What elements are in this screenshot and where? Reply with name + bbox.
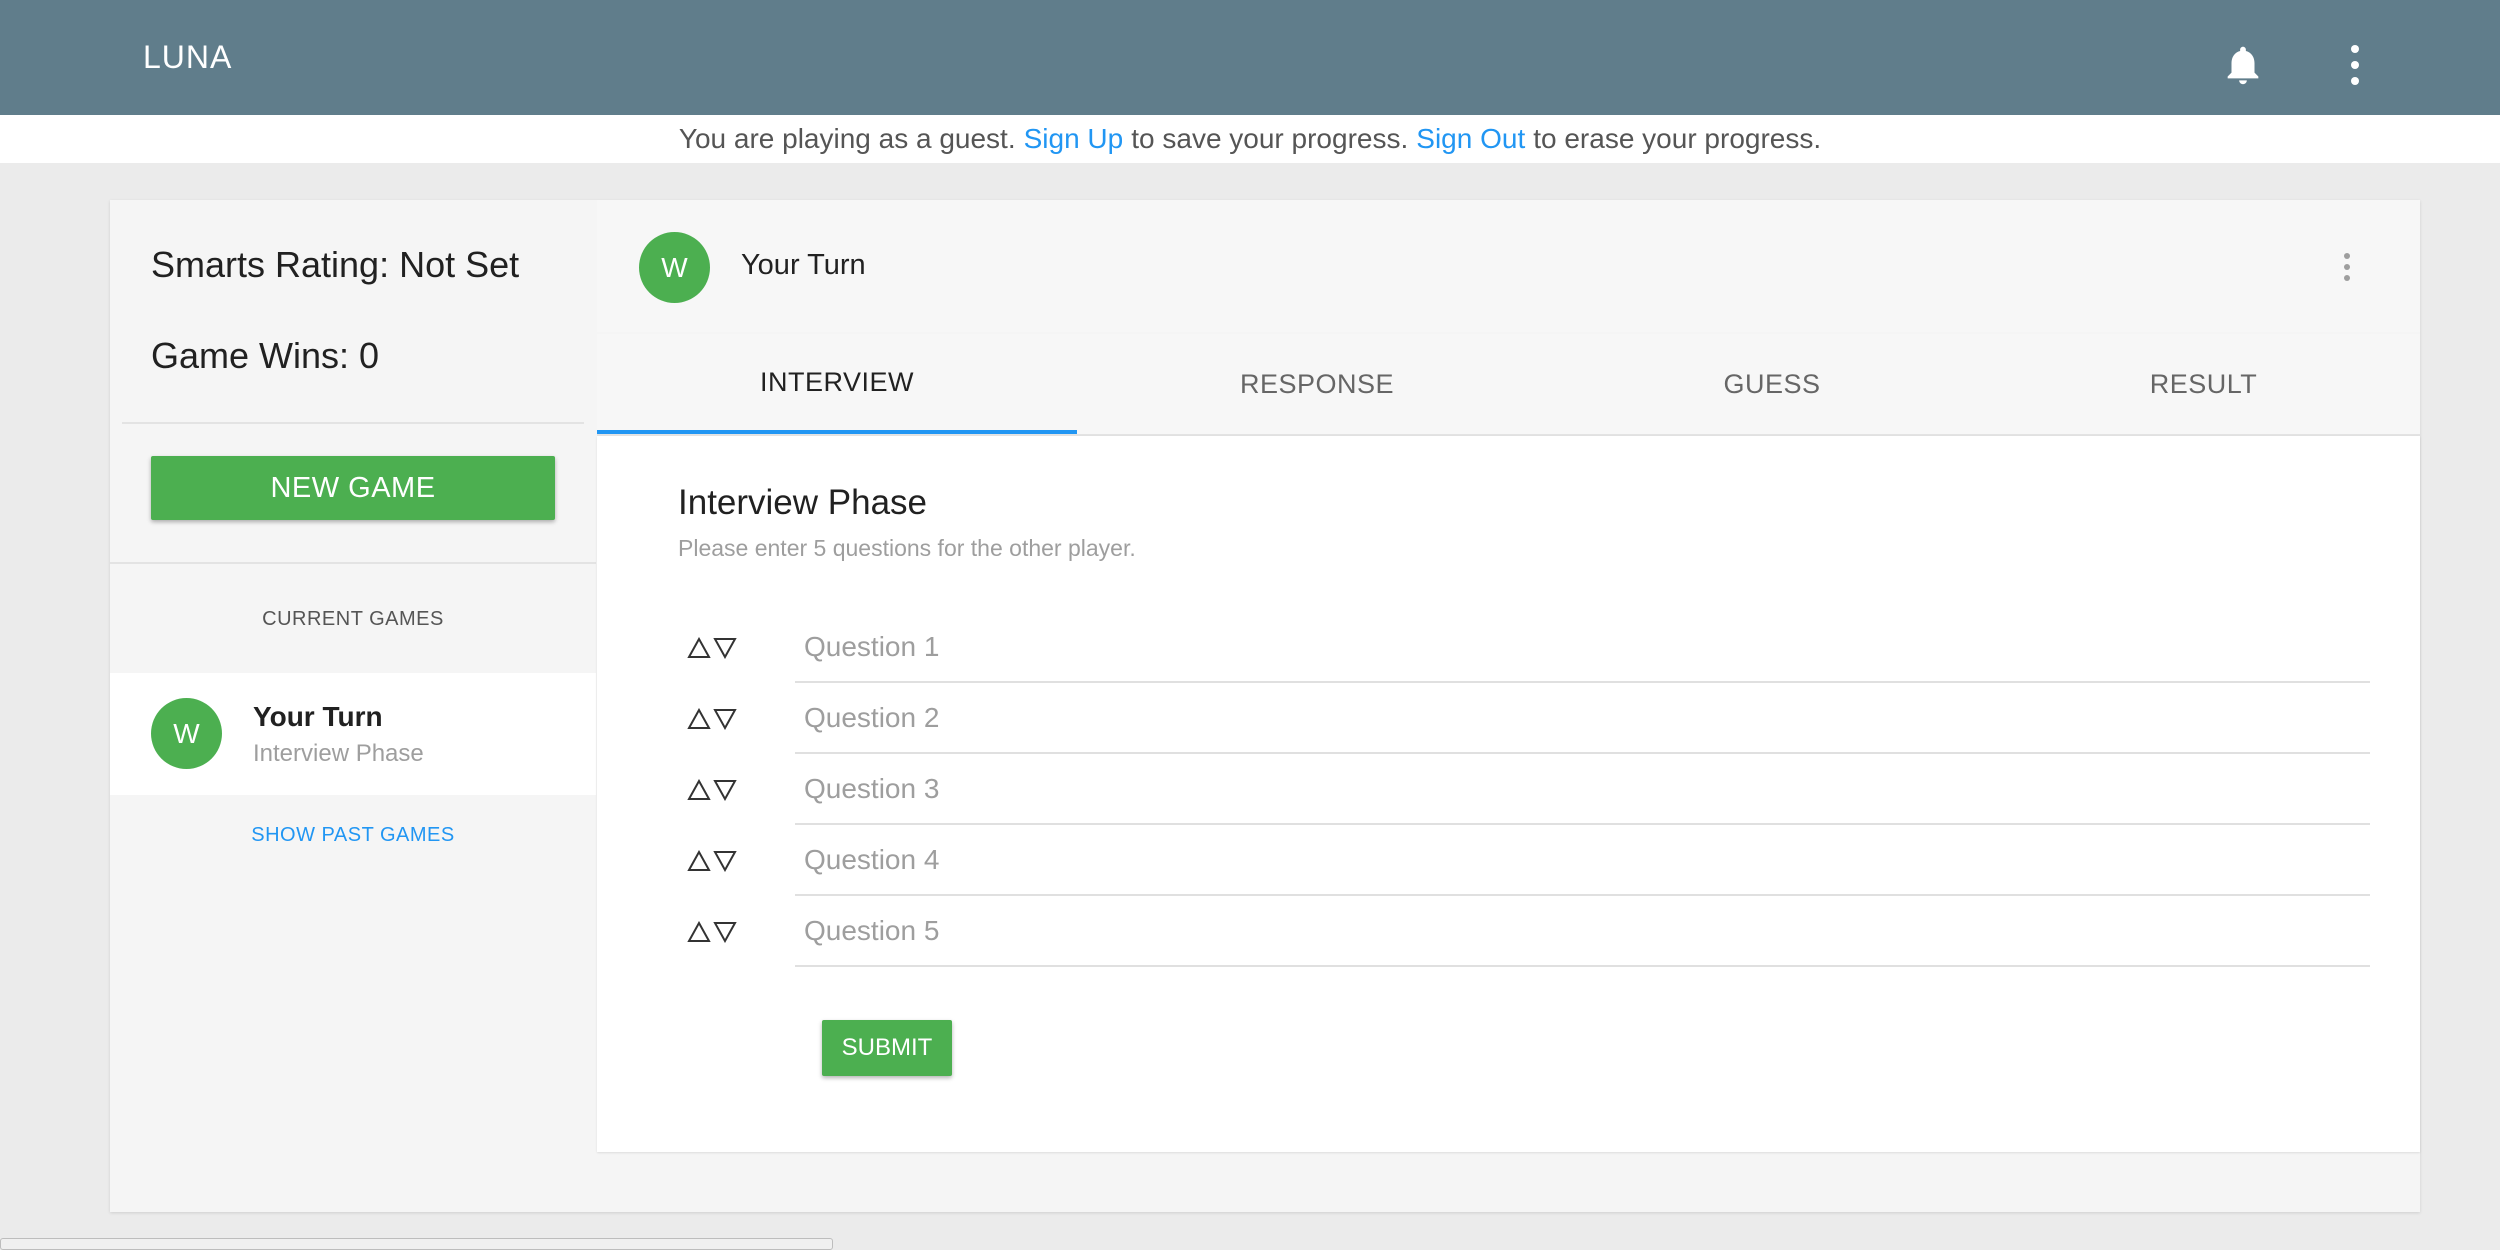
guest-banner-prefix: You are playing as a guest. [678,123,1016,154]
tab-response[interactable]: RESPONSE [1077,334,1557,434]
phase-title: Interview Phase [678,483,928,522]
smarts-rating: Smarts Rating: Not Set [151,244,520,285]
current-games-label: CURRENT GAMES [262,608,444,630]
question-3-input[interactable] [795,755,2370,825]
sidebar-divider [110,562,596,564]
reorder-controls [687,755,737,825]
move-up-icon[interactable] [687,850,711,872]
game-list-item[interactable]: W Your Turn Interview Phase [110,673,596,795]
question-row [597,684,2420,754]
game-header-title: Your Turn [741,249,866,281]
tab-result[interactable]: RESULT [1987,334,2420,434]
move-up-icon[interactable] [687,779,711,801]
tab-interview[interactable]: INTERVIEW [597,334,1077,434]
sidebar-divider [122,422,584,424]
guest-banner: You are playing as a guest. Sign Up to s… [0,115,2500,163]
move-up-icon[interactable] [687,637,711,659]
question-1-input[interactable] [795,613,2370,683]
horizontal-scrollbar[interactable] [0,1238,833,1250]
app-title: LUNA [143,39,233,75]
phase-subtitle: Please enter 5 questions for the other p… [678,535,1136,561]
question-2-input[interactable] [795,684,2370,754]
move-up-icon[interactable] [687,921,711,943]
sidebar: Smarts Rating: Not Set Game Wins: 0 NEW … [110,200,596,1212]
reorder-controls [687,826,737,896]
avatar: W [151,698,222,769]
reorder-controls [687,897,737,967]
game-item-subtitle: Interview Phase [253,740,424,767]
question-row [597,613,2420,683]
app-bar: LUNA [0,0,2500,115]
move-up-icon[interactable] [687,708,711,730]
bell-icon[interactable] [2220,42,2266,88]
sign-out-link[interactable]: Sign Out [1416,123,1525,155]
move-down-icon[interactable] [713,921,737,943]
move-down-icon[interactable] [713,708,737,730]
new-game-button[interactable]: NEW GAME [151,456,555,520]
interview-panel: Interview Phase Please enter 5 questions… [597,436,2420,1152]
more-vert-icon[interactable] [2340,42,2370,88]
game-item-title: Your Turn [253,701,383,732]
reorder-controls [687,613,737,683]
question-row [597,755,2420,825]
move-down-icon[interactable] [713,637,737,659]
game-wins: Game Wins: 0 [151,335,380,376]
sign-up-link[interactable]: Sign Up [1024,123,1124,155]
question-row [597,897,2420,967]
guest-banner-suffix: to erase your progress. [1533,123,1822,154]
question-row [597,826,2420,896]
tab-guess[interactable]: GUESS [1557,334,1987,434]
move-down-icon[interactable] [713,779,737,801]
submit-button[interactable]: SUBMIT [822,1020,952,1076]
move-down-icon[interactable] [713,850,737,872]
reorder-controls [687,684,737,754]
show-past-games-button[interactable]: SHOW PAST GAMES [110,824,596,847]
question-5-input[interactable] [795,897,2370,967]
more-vert-icon[interactable] [2337,252,2357,282]
question-4-input[interactable] [795,826,2370,896]
game-header: W Your Turn [597,200,2420,332]
phase-tabs: INTERVIEW RESPONSE GUESS RESULT [597,334,2420,436]
avatar: W [639,232,710,303]
guest-banner-middle: to save your progress. [1131,123,1409,154]
